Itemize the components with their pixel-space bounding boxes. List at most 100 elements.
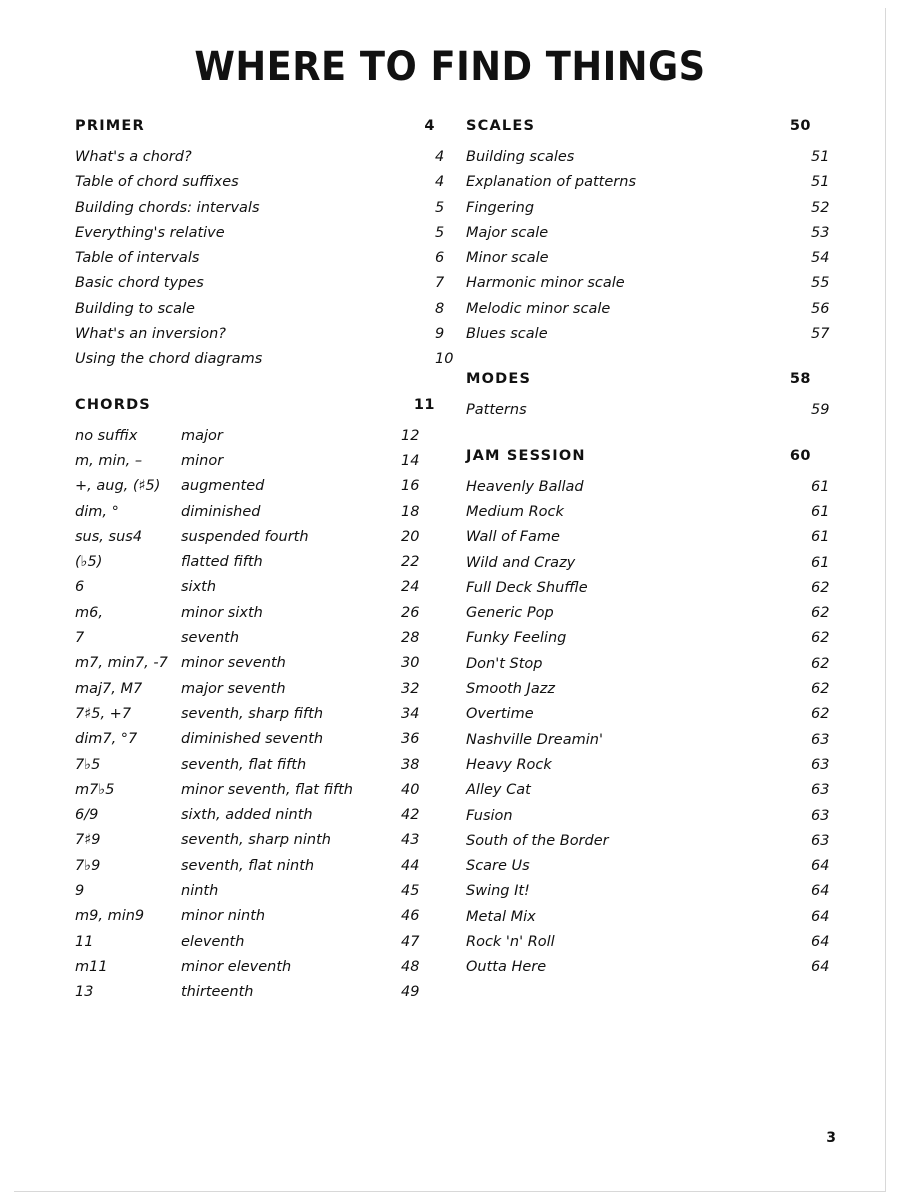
- table-row[interactable]: 7 seventh 28: [75, 626, 435, 651]
- entry-page: 6: [435, 250, 445, 267]
- table-row[interactable]: sus, sus4 suspended fourth 20: [75, 525, 435, 550]
- table-row[interactable]: 9 ninth 45: [75, 879, 435, 904]
- table-row[interactable]: m11 minor eleventh 48: [75, 955, 435, 980]
- toc-entry[interactable]: Everything's relative 5: [75, 221, 444, 246]
- section-page-number: 60: [789, 447, 811, 464]
- toc-entry[interactable]: South of the Border 63: [466, 829, 829, 854]
- toc-entry[interactable]: Building scales 51: [466, 145, 829, 170]
- toc-entry[interactable]: Explanation of patterns 51: [466, 170, 829, 195]
- entry-page: 56: [811, 300, 830, 317]
- entry-page: 34: [401, 705, 420, 722]
- toc-entry[interactable]: Full Deck Shuffle 62: [466, 576, 829, 601]
- table-row[interactable]: 7♭5 seventh, flat fifth 38: [75, 753, 435, 778]
- toc-entry[interactable]: What's a chord? 4: [75, 145, 444, 170]
- toc-entry[interactable]: Heavenly Ballad 61: [466, 475, 829, 500]
- table-row[interactable]: dim, ° diminished 18: [75, 500, 435, 525]
- table-row[interactable]: maj7, M7 major seventh 32: [75, 677, 435, 702]
- entry-page: 63: [811, 807, 830, 824]
- toc-entry[interactable]: Medium Rock 61: [466, 500, 829, 525]
- toc-entry[interactable]: Wild and Crazy 61: [466, 551, 829, 576]
- chord-name: minor seventh: [181, 655, 286, 672]
- entry-page: 61: [811, 503, 830, 520]
- table-row[interactable]: +, aug, (♯5) augmented 16: [75, 474, 435, 499]
- toc-entry[interactable]: Melodic minor scale 56: [466, 297, 829, 322]
- entry-page: 24: [401, 579, 420, 596]
- toc-entry[interactable]: Major scale 53: [466, 221, 829, 246]
- section-page-number: 58: [789, 371, 811, 388]
- toc-entry[interactable]: Blues scale 57: [466, 322, 829, 347]
- toc-entry[interactable]: Table of intervals 6: [75, 246, 444, 271]
- toc-entry[interactable]: Smooth Jazz 62: [466, 677, 829, 702]
- toc-entry[interactable]: Heavy Rock 63: [466, 753, 829, 778]
- toc-entry[interactable]: Swing It! 64: [466, 879, 829, 904]
- entry-page: 5: [435, 224, 445, 241]
- toc-entry[interactable]: Building to scale 8: [75, 297, 444, 322]
- entry-label: Table of intervals: [75, 250, 200, 267]
- section-header-modes: MODES 58: [466, 371, 811, 387]
- section-title: MODES: [466, 371, 532, 388]
- toc-entry[interactable]: Building chords: intervals 5: [75, 196, 444, 221]
- chord-name: minor: [181, 452, 224, 469]
- modes-entries: Patterns 59: [466, 398, 829, 423]
- table-row[interactable]: m6, minor sixth 26: [75, 601, 435, 626]
- toc-entry[interactable]: Don't Stop 62: [466, 652, 829, 677]
- entry-page: 62: [811, 681, 830, 698]
- toc-entry[interactable]: Minor scale 54: [466, 246, 829, 271]
- toc-entry[interactable]: Nashville Dreamin' 63: [466, 728, 829, 753]
- chord-name: minor sixth: [181, 604, 263, 621]
- toc-entry[interactable]: Fusion 63: [466, 804, 829, 829]
- toc-entry[interactable]: Using the chord diagrams 10: [75, 347, 453, 372]
- table-row[interactable]: 11 eleventh 47: [75, 930, 435, 955]
- toc-entry[interactable]: Scare Us 64: [466, 854, 829, 879]
- entry-page: 55: [811, 275, 830, 292]
- toc-entry[interactable]: Funky Feeling 62: [466, 626, 829, 651]
- entry-page: 18: [401, 503, 420, 520]
- page-title: WHERE TO FIND THINGS: [194, 44, 706, 90]
- toc-entry[interactable]: Harmonic minor scale 55: [466, 271, 829, 296]
- entry-label: Basic chord types: [75, 275, 204, 292]
- table-row[interactable]: 7♯9 seventh, sharp ninth 43: [75, 828, 435, 853]
- entry-page: 64: [811, 959, 830, 976]
- toc-entry[interactable]: What's an inversion? 9: [75, 322, 444, 347]
- table-row[interactable]: 13 thirteenth 49: [75, 980, 435, 1005]
- entry-label: Minor scale: [466, 250, 549, 267]
- chord-name: eleventh: [181, 933, 245, 950]
- table-row[interactable]: 7♯5, +7 seventh, sharp fifth 34: [75, 702, 435, 727]
- toc-entry[interactable]: Overtime 62: [466, 702, 829, 727]
- table-row[interactable]: 7♭9 seventh, flat ninth 44: [75, 854, 435, 879]
- entry-page: 63: [811, 756, 830, 773]
- entry-label: Blues scale: [466, 326, 548, 343]
- toc-entry[interactable]: Table of chord suffixes 4: [75, 170, 444, 195]
- table-row[interactable]: m7♭5 minor seventh, flat fifth 40: [75, 778, 435, 803]
- chord-name: thirteenth: [181, 984, 254, 1001]
- toc-entry[interactable]: Metal Mix 64: [466, 905, 829, 930]
- section-page-number: 11: [413, 396, 435, 413]
- entry-page: 38: [401, 756, 420, 773]
- toc-entry[interactable]: Basic chord types 7: [75, 271, 444, 296]
- chord-name: minor ninth: [181, 908, 266, 925]
- entry-page: 59: [811, 402, 830, 419]
- chord-suffix: maj7, M7: [75, 680, 143, 697]
- toc-entry[interactable]: Patterns 59: [466, 398, 829, 423]
- table-row[interactable]: no suffix major 12: [75, 424, 435, 449]
- chord-suffix: sus, sus4: [75, 528, 143, 545]
- chord-name: minor eleventh: [181, 958, 292, 975]
- table-row[interactable]: dim7, °7 diminished seventh 36: [75, 727, 435, 752]
- table-row[interactable]: m7, min7, -7 minor seventh 30: [75, 651, 435, 676]
- entry-page: 51: [811, 174, 830, 191]
- toc-entry[interactable]: Generic Pop 62: [466, 601, 829, 626]
- entry-label: Table of chord suffixes: [75, 174, 239, 191]
- table-row[interactable]: 6 sixth 24: [75, 575, 435, 600]
- toc-entry[interactable]: Rock 'n' Roll 64: [466, 930, 829, 955]
- table-row[interactable]: m, min, – minor 14: [75, 449, 435, 474]
- toc-entry[interactable]: Wall of Fame 61: [466, 525, 829, 550]
- toc-entry[interactable]: Alley Cat 63: [466, 778, 829, 803]
- entry-page: 28: [401, 630, 420, 647]
- toc-entry[interactable]: Outta Here 64: [466, 955, 829, 980]
- toc-entry[interactable]: Fingering 52: [466, 196, 829, 221]
- table-row[interactable]: 6/9 sixth, added ninth 42: [75, 803, 435, 828]
- table-row[interactable]: (♭5) flatted fifth 22: [75, 550, 435, 575]
- chord-suffix: m7♭5: [75, 781, 115, 798]
- table-row[interactable]: m9, min9 minor ninth 46: [75, 904, 435, 929]
